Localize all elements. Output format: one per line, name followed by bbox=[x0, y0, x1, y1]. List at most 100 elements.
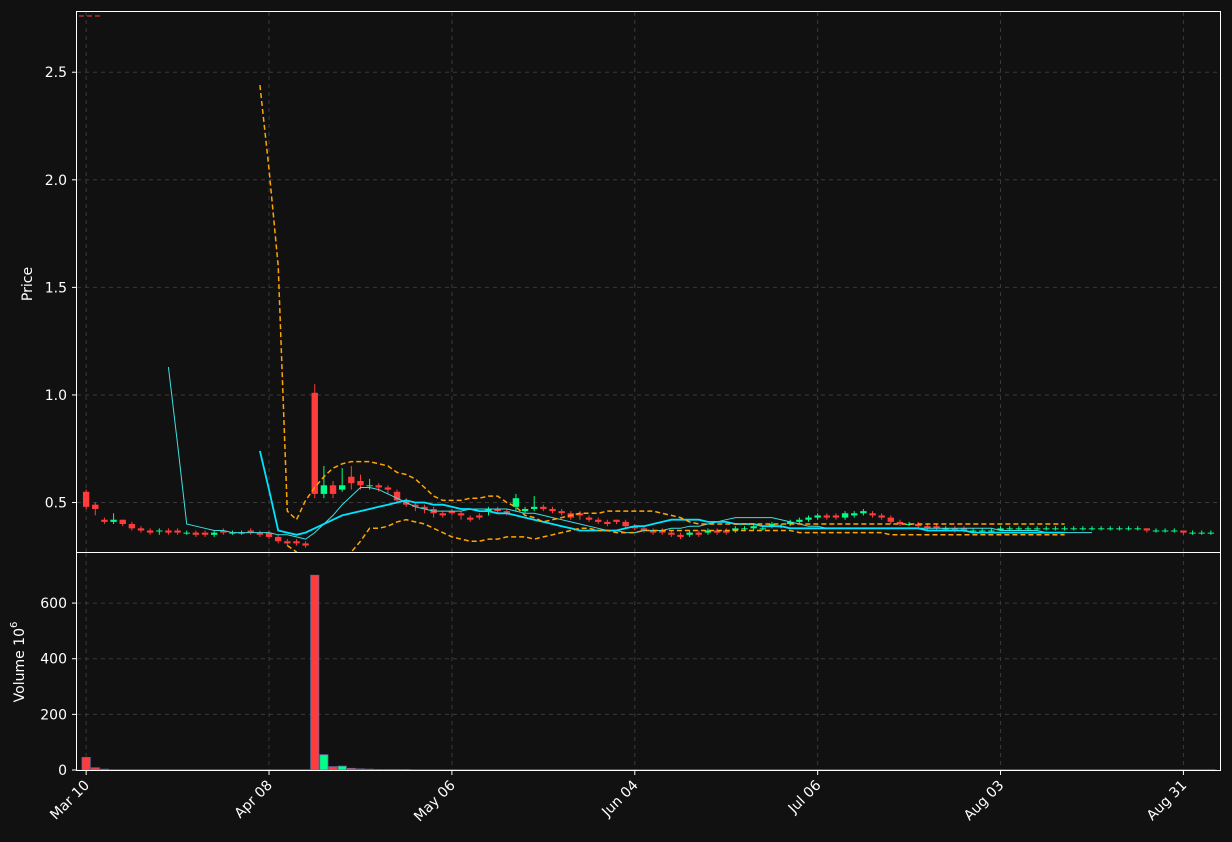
candle bbox=[320, 465, 328, 499]
candle bbox=[732, 526, 739, 533]
candle bbox=[256, 530, 264, 537]
candle-body bbox=[128, 524, 136, 529]
candle bbox=[293, 539, 300, 546]
candle-body bbox=[366, 485, 373, 487]
candle bbox=[348, 465, 355, 490]
candle-body bbox=[1079, 528, 1087, 530]
candle-body bbox=[595, 519, 602, 522]
x-axis-ticks: Mar 10 Apr 08 May 06 Jun 04 Jul 06 Aug 03 Aug … bbox=[47, 770, 1190, 825]
candle-body bbox=[1107, 528, 1114, 530]
candle bbox=[695, 530, 702, 537]
candle-body bbox=[183, 532, 190, 534]
price-y-tick-label: 2.5 bbox=[45, 65, 67, 81]
candle-body bbox=[1015, 528, 1023, 530]
candle bbox=[1161, 528, 1169, 533]
candle bbox=[311, 384, 318, 499]
candle-body bbox=[887, 517, 895, 522]
candle-body bbox=[841, 513, 849, 518]
candle bbox=[1143, 528, 1151, 533]
candle bbox=[192, 530, 200, 537]
candle bbox=[878, 513, 885, 520]
candle bbox=[284, 539, 291, 546]
candle-body bbox=[613, 519, 620, 522]
candle bbox=[933, 524, 940, 531]
candle bbox=[713, 528, 721, 535]
volume-y-tick-label: 400 bbox=[40, 652, 67, 668]
candle bbox=[430, 506, 437, 518]
price-y-tick-label: 1.0 bbox=[45, 388, 67, 404]
candle-body bbox=[1207, 532, 1215, 534]
candle-body bbox=[1033, 528, 1041, 530]
price-panel bbox=[82, 85, 1215, 552]
candle bbox=[814, 513, 821, 520]
candle bbox=[686, 530, 693, 537]
candle bbox=[1152, 528, 1160, 533]
candle bbox=[768, 521, 776, 529]
candle-body bbox=[521, 508, 529, 512]
candle bbox=[338, 468, 346, 492]
price-grid bbox=[77, 12, 1220, 552]
candle bbox=[1061, 526, 1068, 531]
volume-bar bbox=[355, 768, 365, 771]
candle bbox=[393, 489, 401, 503]
candle-body bbox=[860, 511, 867, 514]
candle bbox=[302, 541, 309, 548]
candle bbox=[1171, 528, 1178, 533]
candle-body bbox=[284, 541, 291, 544]
candle bbox=[887, 515, 895, 525]
candle bbox=[549, 506, 556, 514]
candle bbox=[595, 517, 602, 525]
volume-axis-label: Volume 106 bbox=[9, 622, 28, 703]
volume-bar bbox=[346, 767, 356, 771]
volume-bar bbox=[365, 768, 375, 771]
candle-body bbox=[338, 485, 346, 490]
candle bbox=[1079, 526, 1087, 531]
candle bbox=[101, 517, 108, 525]
x-tick-label: Mar 10 bbox=[47, 778, 93, 824]
volume-y-tick-label: 600 bbox=[40, 596, 67, 612]
candle bbox=[860, 508, 867, 516]
candle-body bbox=[466, 517, 474, 520]
candle-body bbox=[1125, 528, 1132, 530]
upper-band-line bbox=[259, 85, 1065, 525]
candle-body bbox=[439, 513, 446, 516]
candle-body bbox=[622, 521, 629, 527]
volume-bar bbox=[319, 754, 329, 771]
candle-body bbox=[979, 530, 986, 532]
candle-body bbox=[1116, 528, 1123, 530]
candle bbox=[165, 528, 172, 535]
candle bbox=[1088, 526, 1096, 531]
candle-body bbox=[549, 508, 556, 512]
candle bbox=[210, 530, 218, 537]
candle bbox=[1006, 526, 1013, 531]
candle bbox=[329, 481, 337, 499]
volume-bar bbox=[310, 574, 320, 771]
candle-body bbox=[1171, 530, 1178, 532]
candle-body bbox=[302, 543, 309, 546]
candle bbox=[201, 530, 209, 537]
volume-bar bbox=[99, 768, 109, 771]
candle bbox=[220, 528, 227, 535]
candle-body bbox=[201, 532, 209, 535]
stock-chart: 0.51.01.52.02.5 0200400600 Mar 10 Apr 08 M… bbox=[9, 11, 1221, 825]
candle-body bbox=[878, 515, 885, 518]
candle bbox=[1107, 526, 1114, 531]
candle-body bbox=[604, 521, 611, 525]
candle-body bbox=[796, 519, 803, 522]
candle-body bbox=[1088, 528, 1096, 530]
candle bbox=[92, 502, 99, 516]
candle bbox=[1134, 526, 1141, 531]
candle-body bbox=[677, 534, 684, 537]
candle bbox=[457, 511, 465, 520]
candle-body bbox=[832, 515, 840, 518]
candle bbox=[613, 519, 620, 525]
candle bbox=[1180, 530, 1187, 535]
candle bbox=[1033, 526, 1041, 531]
candle-body bbox=[210, 532, 218, 535]
candle-body bbox=[457, 513, 465, 516]
candle bbox=[439, 511, 446, 518]
price-y-ticks: 0.5 1.0 1.5 2.0 2.5 bbox=[45, 65, 77, 512]
candle bbox=[265, 530, 273, 540]
candle-body bbox=[1143, 528, 1151, 531]
candle bbox=[1207, 530, 1215, 535]
